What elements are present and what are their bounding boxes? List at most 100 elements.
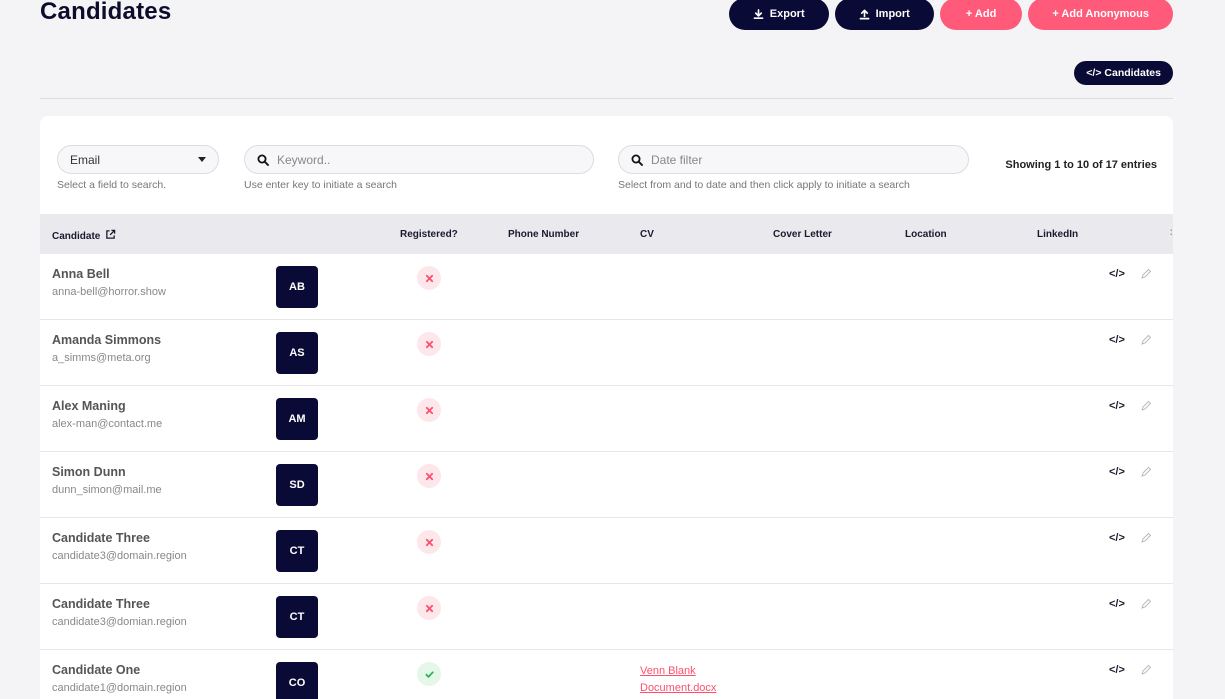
registered-status-badge [417, 464, 441, 488]
candidate-email: dunn_simon@mail.me [52, 484, 162, 496]
candidates-card: Email Select a field to search. Keyword.… [40, 116, 1173, 699]
table-row[interactable]: Simon Dunn dunn_simon@mail.me SD </> [40, 452, 1173, 518]
edit-pencil-icon [1141, 466, 1152, 477]
edit-pencil-icon [1141, 400, 1152, 411]
download-icon [753, 8, 764, 19]
candidate-name[interactable]: Alex Maning [52, 399, 126, 413]
entries-count: Showing 1 to 10 of 17 entries [1005, 159, 1157, 171]
edit-pencil-icon [1141, 664, 1152, 675]
caret-down-icon [198, 156, 206, 162]
avatar: CO [276, 662, 318, 699]
candidate-name[interactable]: Anna Bell [52, 267, 110, 281]
row-code-button[interactable]: </> [1109, 268, 1125, 280]
row-code-button[interactable]: </> [1109, 400, 1125, 412]
candidate-name[interactable]: Candidate One [52, 663, 140, 677]
table-row[interactable]: Candidate One candidate1@domain.region CO V… [40, 650, 1173, 699]
table-row[interactable]: Candidate Three candidate3@domian.region C… [40, 584, 1173, 650]
registered-status-badge [417, 662, 441, 686]
cross-icon [425, 340, 433, 348]
code-pill-label: </> Candidates [1086, 67, 1161, 79]
table-row[interactable]: Candidate Three candidate3@domain.region C… [40, 518, 1173, 584]
import-button[interactable]: Import [834, 0, 934, 30]
avatar: AS [276, 332, 318, 374]
external-link-icon [106, 229, 116, 239]
search-field-select-group: Email Select a field to search. [57, 145, 219, 191]
page-title: Candidates [40, 0, 172, 25]
export-button[interactable]: Export [728, 0, 829, 30]
row-edit-button[interactable] [1140, 465, 1152, 483]
edit-pencil-icon [1141, 532, 1152, 543]
search-field-hint: Select a field to search. [57, 179, 167, 191]
add-button[interactable]: + Add [939, 0, 1023, 30]
row-edit-button[interactable] [1140, 663, 1152, 681]
cross-icon [425, 472, 433, 480]
col-cv[interactable]: CV [640, 229, 654, 240]
candidate-email: candidate3@domain.region [52, 550, 187, 562]
row-edit-button[interactable] [1140, 531, 1152, 549]
row-code-button[interactable]: </> [1109, 334, 1125, 346]
table-body: Anna Bell anna-bell@horror.show AB </> Amand… [40, 254, 1173, 699]
row-code-button[interactable]: </> [1109, 532, 1125, 544]
registered-status-badge [417, 266, 441, 290]
row-code-button[interactable]: </> [1109, 466, 1125, 478]
table-row[interactable]: Alex Maning alex-man@contact.me AM </> [40, 386, 1173, 452]
filters-bar: Email Select a field to search. Keyword.… [57, 145, 1173, 205]
cross-icon [425, 274, 433, 282]
keyword-group: Keyword.. Use enter key to initiate a se… [244, 145, 594, 191]
registered-status-badge [417, 332, 441, 356]
row-edit-button[interactable] [1140, 597, 1152, 615]
edit-pencil-icon [1141, 268, 1152, 279]
candidate-email: anna-bell@horror.show [52, 286, 166, 298]
upload-icon [859, 9, 870, 19]
registered-status-badge [417, 398, 441, 422]
candidates-code-pill[interactable]: </> Candidates [1074, 61, 1173, 85]
candidate-name[interactable]: Simon Dunn [52, 465, 126, 479]
row-edit-button[interactable] [1140, 333, 1152, 351]
candidate-name[interactable]: Candidate Three [52, 597, 150, 611]
row-edit-button[interactable] [1140, 267, 1152, 285]
search-icon [257, 154, 269, 166]
row-edit-button[interactable] [1140, 399, 1152, 417]
header-actions: Export Import + Add + Add Anonymous [728, 0, 1173, 30]
avatar: AB [276, 266, 318, 308]
candidate-email: candidate3@domian.region [52, 616, 187, 628]
avatar: CT [276, 596, 318, 638]
add-anonymous-label: + Add Anonymous [1052, 8, 1149, 20]
cross-icon [425, 538, 433, 546]
date-filter-input[interactable]: Date filter [618, 145, 969, 174]
cross-icon [425, 604, 433, 612]
registered-status-badge [417, 596, 441, 620]
add-label: + Add [965, 8, 997, 20]
col-cover-letter[interactable]: Cover Letter [773, 229, 832, 240]
search-field-value: Email [70, 152, 101, 167]
cv-link[interactable]: Venn Blank Document.docx [640, 663, 760, 697]
row-code-button[interactable]: </> [1109, 598, 1125, 610]
row-code-button[interactable]: </> [1109, 664, 1125, 676]
table-header: Candidate Registered? Phone Number CV Co… [40, 214, 1173, 254]
col-phone[interactable]: Phone Number [508, 229, 579, 240]
candidate-email: alex-man@contact.me [52, 418, 163, 430]
table-row[interactable]: Amanda Simmons a_simms@meta.org AS </> [40, 320, 1173, 386]
add-anonymous-button[interactable]: + Add Anonymous [1028, 0, 1173, 30]
col-candidate[interactable]: Candidate [52, 229, 116, 242]
import-label: Import [875, 8, 910, 20]
table-row[interactable]: Anna Bell anna-bell@horror.show AB </> [40, 254, 1173, 320]
keyword-input[interactable]: Keyword.. [244, 145, 594, 174]
avatar: AM [276, 398, 318, 440]
col-more: : [1169, 227, 1173, 238]
cross-icon [425, 406, 433, 414]
keyword-hint: Use enter key to initiate a search [244, 179, 397, 191]
search-field-select[interactable]: Email [57, 145, 219, 174]
candidate-name[interactable]: Candidate Three [52, 531, 150, 545]
candidate-name[interactable]: Amanda Simmons [52, 333, 161, 347]
col-location[interactable]: Location [905, 229, 947, 240]
header-divider [40, 98, 1173, 99]
registered-status-badge [417, 530, 441, 554]
col-candidate-label: Candidate [52, 231, 101, 242]
edit-pencil-icon [1141, 598, 1152, 609]
avatar: CT [276, 530, 318, 572]
candidate-email: candidate1@domain.region [52, 682, 187, 694]
keyword-placeholder: Keyword.. [277, 152, 331, 167]
col-linkedin[interactable]: LinkedIn [1037, 229, 1078, 240]
col-registered[interactable]: Registered? [400, 229, 458, 240]
